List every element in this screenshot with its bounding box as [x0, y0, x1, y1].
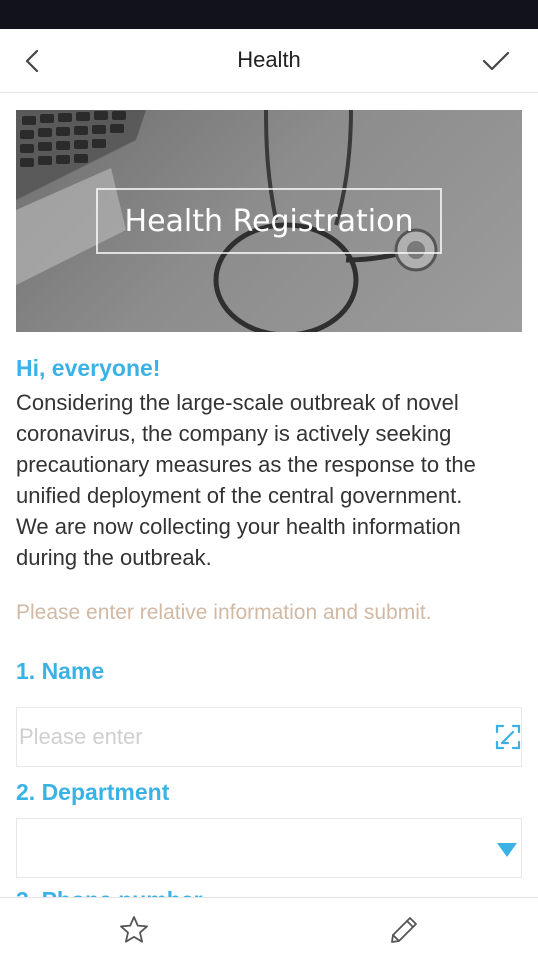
- intro-paragraph: We are now collecting your health inform…: [16, 514, 461, 570]
- check-icon[interactable]: [480, 47, 512, 75]
- banner-title: Health Registration: [96, 188, 442, 254]
- phone-question-label: 3. Phone number: [16, 887, 203, 897]
- intro-paragraph: Considering the large-scale outbreak of …: [16, 390, 476, 508]
- greeting-heading: Hi, everyone!: [16, 355, 161, 381]
- name-input[interactable]: [17, 708, 479, 766]
- instruction-note: Please enter relative information and su…: [16, 601, 432, 624]
- status-bar: [0, 0, 538, 29]
- pencil-icon[interactable]: [388, 914, 420, 946]
- department-question-label: 2. Department: [16, 779, 170, 805]
- page-title: Health: [237, 47, 301, 72]
- star-icon[interactable]: [118, 914, 150, 946]
- bottom-toolbar: [0, 897, 538, 960]
- name-field: [16, 707, 522, 767]
- banner-image: Health Registration: [16, 110, 522, 332]
- name-question-label: 1. Name: [16, 658, 105, 684]
- scan-icon[interactable]: [495, 724, 521, 750]
- triangle-down-icon: [497, 843, 517, 857]
- nav-bar: Health: [0, 29, 538, 93]
- department-select[interactable]: [16, 818, 522, 878]
- form-content[interactable]: Health Registration Hi, everyone! Consid…: [0, 93, 538, 897]
- intro-text: Considering the large-scale outbreak of …: [16, 387, 516, 573]
